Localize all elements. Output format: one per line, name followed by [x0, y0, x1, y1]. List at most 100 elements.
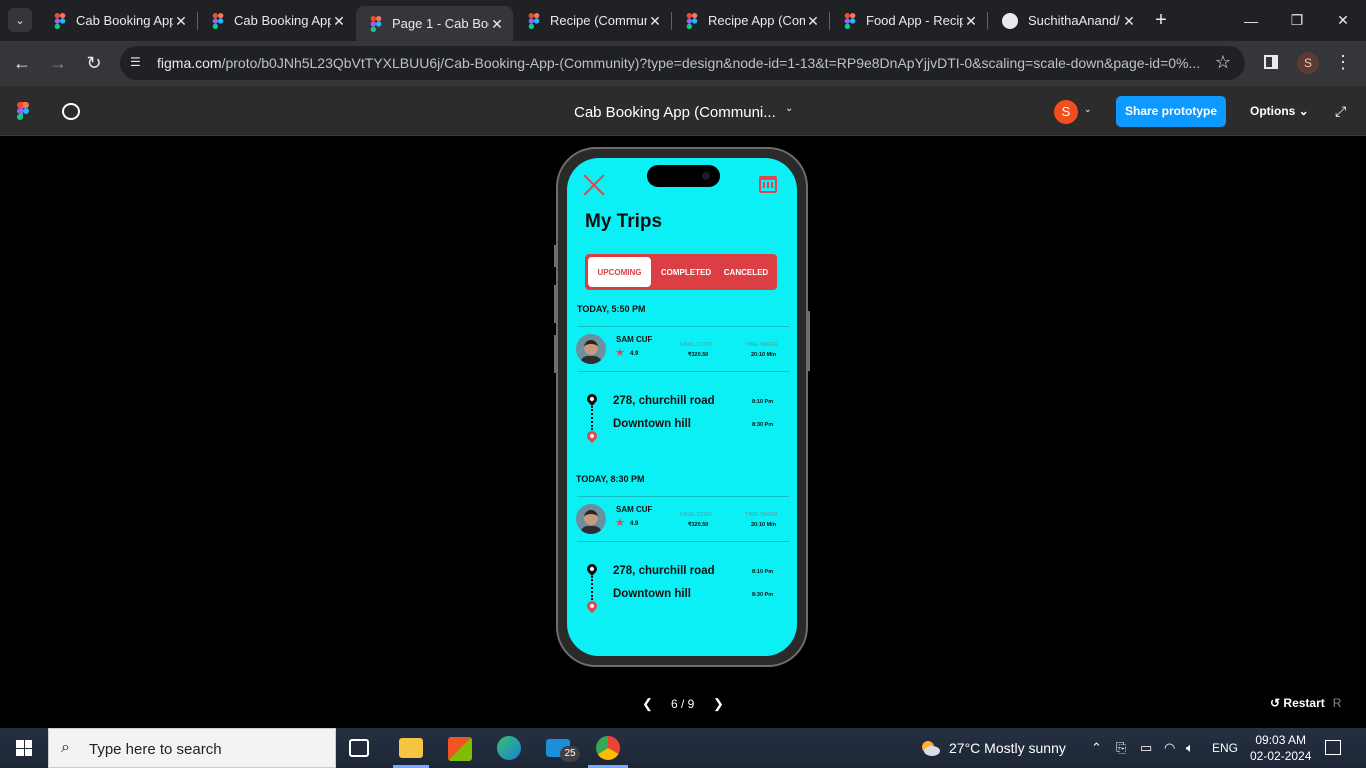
figma-toolbar: Cab Booking App (Communi... ⌄ S ⌄ Share …: [0, 85, 1366, 136]
url-text[interactable]: figma.com/proto/b0JNh5L23QbVtTYXLBUU6j/C…: [157, 55, 1207, 71]
browser-tab[interactable]: Recipe App (Community) ✕: [672, 6, 829, 35]
browser-tab[interactable]: Cab Booking App (Community) ✕: [40, 6, 197, 35]
divider: [577, 541, 789, 542]
side-panel-icon[interactable]: [1264, 55, 1278, 69]
meet-now-icon[interactable]: ⎘: [1116, 740, 1126, 756]
fullscreen-icon[interactable]: ⤢: [1335, 104, 1349, 118]
close-tab-icon[interactable]: ✕: [805, 13, 821, 29]
mail-badge: 25: [560, 746, 580, 762]
browser-tab-active[interactable]: Page 1 - Cab Booking App ✕: [356, 6, 513, 41]
figma-icon: [528, 12, 540, 29]
tab-search-button[interactable]: ⌄: [8, 8, 32, 32]
dynamic-island: [647, 165, 720, 187]
pickup-address: 278, churchill road: [613, 565, 715, 577]
taskbar-search[interactable]: ⌕ Type here to search: [48, 728, 336, 768]
figma-icon: [370, 15, 382, 32]
forward-arrow-icon[interactable]: →: [46, 51, 70, 75]
drop-pin-icon: [584, 428, 600, 444]
tab-title: SuchithaAnand/: [1028, 13, 1120, 28]
minimize-button[interactable]: —: [1228, 0, 1274, 41]
address-bar[interactable]: ☰ figma.com/proto/b0JNh5L23QbVtTYXLBUU6j…: [120, 46, 1245, 80]
close-tab-icon[interactable]: ✕: [1121, 13, 1137, 29]
task-view-icon[interactable]: [349, 739, 369, 757]
driver-rating: 4.9: [630, 521, 639, 527]
reload-icon[interactable]: ↻: [82, 51, 106, 75]
chrome-icon[interactable]: [596, 736, 620, 760]
trip-status-tabs: UPCOMING COMPLETED CANCELED: [585, 254, 777, 290]
wifi-icon[interactable]: ◠: [1164, 740, 1175, 756]
star-icon: ★: [615, 347, 625, 359]
driver-name: SAM CUF: [616, 335, 653, 344]
user-avatar[interactable]: S: [1054, 100, 1078, 124]
pickup-pin-icon: [584, 561, 600, 577]
chevron-up-icon[interactable]: ⌃: [1091, 740, 1102, 756]
driver-name: SAM CUF: [616, 505, 653, 514]
time-taken-label: TIME TAKEN: [745, 342, 778, 348]
weather-partly-sunny-icon[interactable]: [920, 739, 940, 757]
browser-menu-icon[interactable]: ⋮: [1334, 52, 1352, 72]
tab-title: Recipe App (Community): [708, 13, 805, 28]
next-frame-icon[interactable]: ❯: [713, 696, 724, 712]
close-tab-icon[interactable]: ✕: [489, 16, 505, 32]
taskbar-clock[interactable]: 09:03 AM 02-02-2024: [1250, 732, 1311, 764]
trip-date: TODAY, 8:30 PM: [576, 474, 645, 484]
tab-canceled[interactable]: CANCELED: [717, 257, 775, 287]
restart-button[interactable]: ↺ Restart R: [1270, 696, 1341, 710]
clock-time: 09:03 AM: [1255, 733, 1307, 747]
browser-tab[interactable]: Cab Booking App (Community) ✕: [198, 6, 355, 35]
browser-tab[interactable]: Recipe (Community) ✕: [514, 6, 671, 35]
phone-side-button: [554, 285, 557, 323]
pickup-address: 278, churchill road: [613, 395, 715, 407]
language-indicator[interactable]: ENG: [1212, 741, 1238, 755]
restore-button[interactable]: ❐: [1274, 0, 1320, 41]
figma-logo-icon[interactable]: [17, 102, 29, 120]
divider: [577, 496, 789, 497]
close-window-button[interactable]: ✕: [1320, 0, 1366, 41]
new-tab-button[interactable]: +: [1150, 9, 1172, 31]
battery-icon[interactable]: ▭: [1140, 740, 1152, 756]
edge-icon[interactable]: [497, 736, 521, 760]
site-settings-icon[interactable]: ☰: [130, 55, 146, 71]
bookmark-star-icon[interactable]: ☆: [1215, 52, 1231, 73]
share-prototype-button[interactable]: Share prototype: [1116, 96, 1226, 127]
calendar-icon[interactable]: [759, 176, 777, 193]
volume-icon[interactable]: 🔈︎: [1186, 740, 1194, 756]
route-line: [591, 576, 593, 600]
figma-icon: [844, 12, 856, 29]
frame-indicator: 6 / 9: [671, 697, 695, 711]
close-tab-icon[interactable]: ✕: [647, 13, 663, 29]
close-icon[interactable]: [583, 174, 605, 196]
comment-icon[interactable]: [62, 103, 80, 120]
browser-tab[interactable]: Food App - Recipe ✕: [830, 6, 987, 35]
weather-text[interactable]: 27°C Mostly sunny: [949, 740, 1066, 756]
route-line: [591, 406, 593, 430]
url-host: figma.com: [157, 55, 222, 71]
url-path: /proto/b0JNh5L23QbVtTYXLBUU6j/Cab-Bookin…: [221, 55, 1201, 71]
clock-date: 02-02-2024: [1250, 749, 1312, 763]
notification-icon[interactable]: [1325, 740, 1341, 755]
back-arrow-icon[interactable]: ←: [10, 51, 34, 75]
file-title[interactable]: Cab Booking App (Communi...: [574, 104, 776, 121]
search-icon: ⌕: [61, 739, 70, 756]
windows-taskbar: ⌕ Type here to search 27°C Mostly sunny …: [0, 728, 1366, 768]
tab-completed[interactable]: COMPLETED: [655, 257, 717, 287]
profile-avatar[interactable]: S: [1297, 52, 1319, 74]
close-tab-icon[interactable]: ✕: [963, 13, 979, 29]
options-menu[interactable]: Options ⌄: [1250, 104, 1309, 118]
windows-start-icon[interactable]: [16, 740, 32, 756]
figma-icon: [54, 12, 66, 29]
file-explorer-icon[interactable]: [399, 738, 423, 758]
close-tab-icon[interactable]: ✕: [173, 13, 189, 29]
previous-frame-icon[interactable]: ❮: [642, 696, 653, 712]
tab-upcoming[interactable]: UPCOMING: [588, 257, 651, 287]
tab-title: Food App - Recipe: [866, 13, 963, 28]
time-taken-label: TIME TAKEN: [745, 512, 778, 518]
drop-address: Downtown hill: [613, 418, 691, 430]
pickup-time: 8:10 Pm: [752, 569, 774, 575]
chevron-down-icon[interactable]: ⌄: [785, 103, 793, 114]
chevron-down-icon[interactable]: ⌄: [1084, 104, 1092, 115]
microsoft-store-icon[interactable]: [448, 737, 472, 761]
drop-time: 8:30 Pm: [752, 422, 774, 428]
close-tab-icon[interactable]: ✕: [331, 13, 347, 29]
browser-tab[interactable]: SuchithaAnand/ ✕: [988, 6, 1145, 35]
